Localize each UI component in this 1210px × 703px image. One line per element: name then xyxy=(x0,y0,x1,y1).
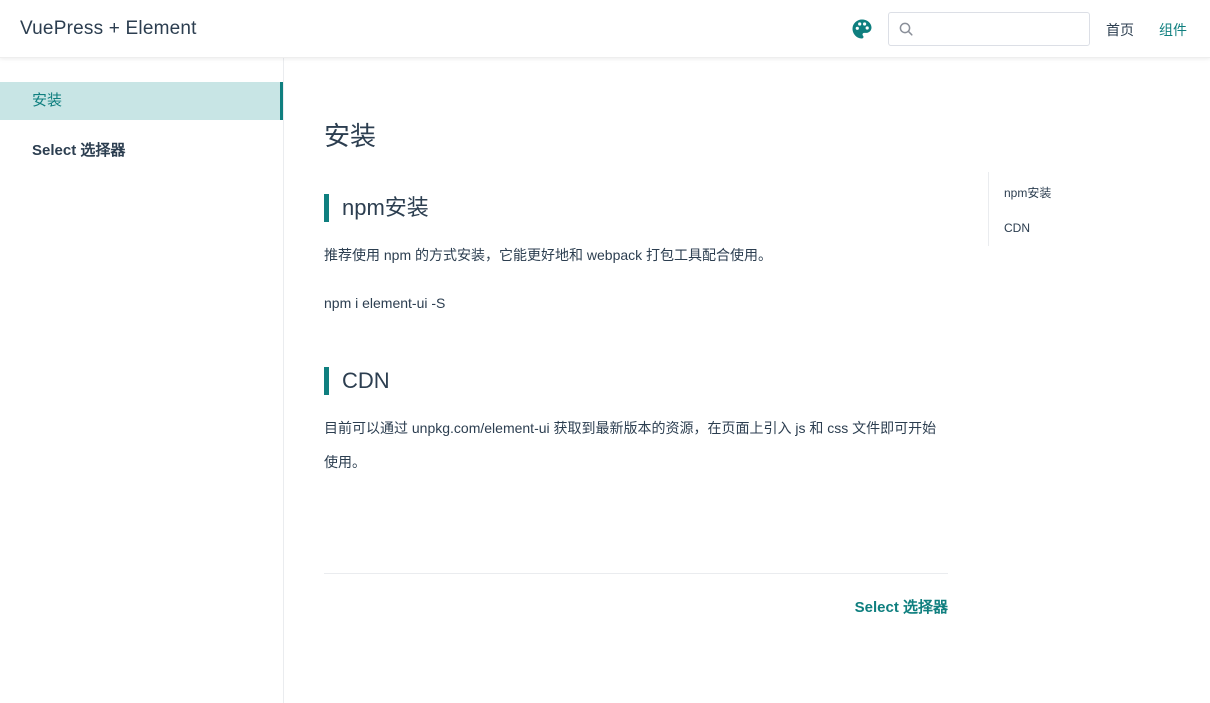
paragraph-cdn: 目前可以通过 unpkg.com/element-ui 获取到最新版本的资源，在… xyxy=(324,420,937,470)
search-box[interactable] xyxy=(888,12,1090,46)
section-heading-cdn: CDN xyxy=(324,367,390,395)
palette-icon[interactable] xyxy=(851,18,873,40)
nav-link-home[interactable]: 首页 xyxy=(1106,20,1134,40)
page-title: 安装 xyxy=(324,121,377,151)
site-title[interactable]: VuePress + Element xyxy=(20,18,197,40)
nav-link-components[interactable]: 组件 xyxy=(1159,20,1187,40)
sidebar-item-select[interactable]: Select 选择器 xyxy=(0,132,283,170)
navbar: VuePress + Element 首页 组件 xyxy=(0,0,1210,58)
toc-item-npm[interactable]: npm安装 xyxy=(1004,184,1051,201)
paragraph-npm-intro: 推荐使用 npm 的方式安装，它能更好地和 webpack 打包工具配合使用。 xyxy=(324,247,773,263)
sidebar-item-install[interactable]: 安装 xyxy=(0,82,283,120)
toc-item-cdn[interactable]: CDN xyxy=(1004,221,1030,235)
section-heading-npm: npm安装 xyxy=(324,194,429,222)
next-page-link[interactable]: Select 选择器 xyxy=(855,596,948,617)
search-icon xyxy=(899,22,913,36)
sidebar: 安装 Select 选择器 xyxy=(0,58,284,703)
table-of-contents: npm安装 CDN xyxy=(988,172,1138,246)
search-input[interactable] xyxy=(919,17,1084,41)
page-divider xyxy=(324,573,948,574)
code-npm-install: npm i element-ui -S xyxy=(324,295,446,311)
